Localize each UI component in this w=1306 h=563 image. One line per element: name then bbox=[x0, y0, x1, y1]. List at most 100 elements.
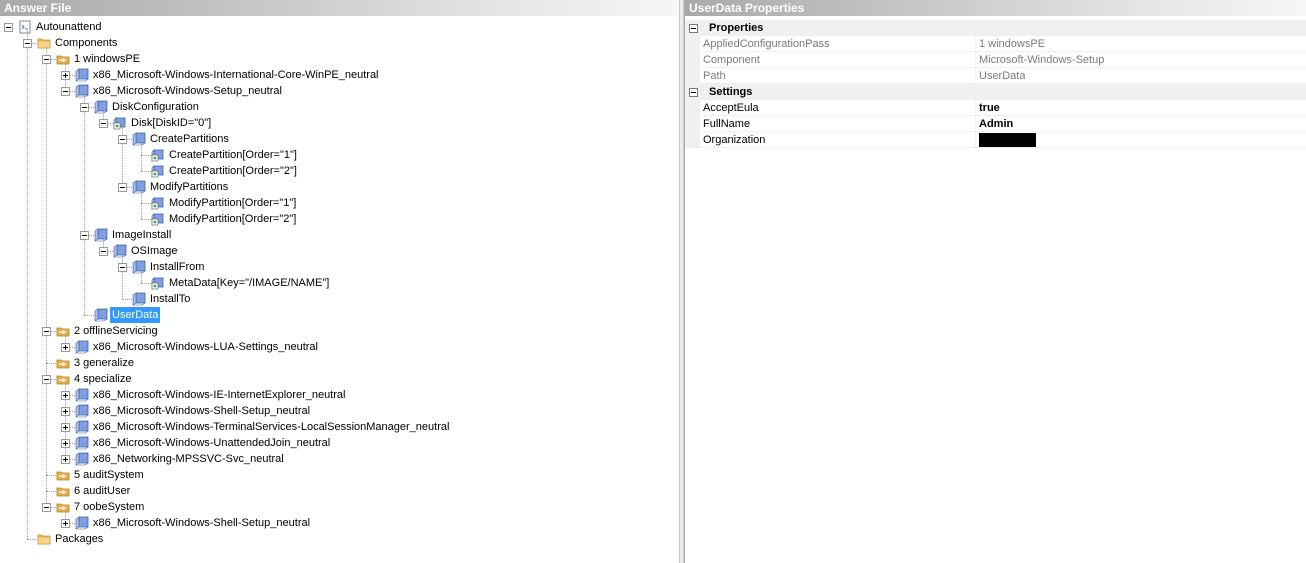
expand-toggle[interactable] bbox=[61, 423, 70, 432]
tree-node[interactable]: OSImage bbox=[0, 243, 679, 259]
tree-node-label[interactable]: ModifyPartition[Order="2"] bbox=[167, 211, 298, 227]
answer-file-tree[interactable]: Autounattend Components 1 windowsPE x86_Mic… bbox=[0, 18, 679, 562]
collapse-toggle[interactable] bbox=[23, 39, 32, 48]
collapse-toggle[interactable] bbox=[80, 103, 89, 112]
property-row[interactable]: AcceptEula true bbox=[685, 100, 1306, 116]
tree-node-label[interactable]: UserData bbox=[110, 307, 161, 323]
expand-toggle[interactable] bbox=[61, 519, 70, 528]
tree-node[interactable]: x86_Microsoft-Windows-IE-InternetExplore… bbox=[0, 387, 679, 403]
tree-node[interactable]: x86_Microsoft-Windows-Setup_neutral bbox=[0, 83, 679, 99]
tree-node[interactable]: Packages bbox=[0, 531, 679, 547]
tree-node-label[interactable]: CreatePartition[Order="2"] bbox=[167, 163, 299, 179]
tree-node-label[interactable]: x86_Microsoft-Windows-UnattendedJoin_neu… bbox=[91, 435, 332, 451]
tree-node[interactable]: CreatePartitions bbox=[0, 131, 679, 147]
tree-node-label[interactable]: x86_Microsoft-Windows-International-Core… bbox=[91, 67, 381, 83]
tree-node-label[interactable]: 6 auditUser bbox=[72, 483, 132, 499]
tree-node[interactable]: x86_Microsoft-Windows-Shell-Setup_neutra… bbox=[0, 515, 679, 531]
property-category[interactable]: Settings bbox=[685, 84, 1306, 100]
collapse-toggle[interactable] bbox=[689, 24, 698, 33]
tree-node[interactable]: CreatePartition[Order="1"] bbox=[0, 147, 679, 163]
tree-node-label[interactable]: Packages bbox=[53, 531, 105, 547]
expand-toggle[interactable] bbox=[61, 391, 70, 400]
tree-node[interactable]: ModifyPartition[Order="1"] bbox=[0, 195, 679, 211]
property-row[interactable]: FullName Admin bbox=[685, 116, 1306, 132]
tree-node[interactable]: ModifyPartition[Order="2"] bbox=[0, 211, 679, 227]
tree-node-label[interactable]: CreatePartitions bbox=[148, 131, 231, 147]
tree-node[interactable]: x86_Microsoft-Windows-LUA-Settings_neutr… bbox=[0, 339, 679, 355]
property-value[interactable]: Admin bbox=[979, 116, 1013, 132]
tree-node[interactable]: UserData bbox=[0, 307, 679, 323]
collapse-toggle[interactable] bbox=[4, 23, 13, 32]
property-row[interactable]: Path UserData bbox=[685, 68, 1306, 84]
tree-node-label[interactable]: 4 specialize bbox=[72, 371, 133, 387]
tree-node-label[interactable]: Components bbox=[53, 35, 119, 51]
tree-node-label[interactable]: InstallTo bbox=[148, 291, 192, 307]
tree-node[interactable]: 4 specialize bbox=[0, 371, 679, 387]
property-grid[interactable]: Properties AppliedConfigurationPass 1 wind… bbox=[685, 20, 1306, 148]
tree-node-label[interactable]: x86_Microsoft-Windows-IE-InternetExplore… bbox=[91, 387, 348, 403]
property-row[interactable]: AppliedConfigurationPass 1 windowsPE bbox=[685, 36, 1306, 52]
collapse-toggle[interactable] bbox=[118, 263, 127, 272]
collapse-toggle[interactable] bbox=[118, 183, 127, 192]
tree-node-label[interactable]: x86_Microsoft-Windows-LUA-Settings_neutr… bbox=[91, 339, 320, 355]
property-row[interactable]: Component Microsoft-Windows-Setup bbox=[685, 52, 1306, 68]
collapse-toggle[interactable] bbox=[689, 88, 698, 97]
tree-node[interactable]: 7 oobeSystem bbox=[0, 499, 679, 515]
tree-node[interactable]: 1 windowsPE bbox=[0, 51, 679, 67]
collapse-toggle[interactable] bbox=[61, 87, 70, 96]
collapse-toggle[interactable] bbox=[118, 135, 127, 144]
tree-node[interactable]: ImageInstall bbox=[0, 227, 679, 243]
tree-node[interactable]: x86_Microsoft-Windows-International-Core… bbox=[0, 67, 679, 83]
tree-node-label[interactable]: Disk[DiskID="0"] bbox=[129, 115, 213, 131]
tree-node[interactable]: x86_Microsoft-Windows-TerminalServices-L… bbox=[0, 419, 679, 435]
collapse-toggle[interactable] bbox=[99, 119, 108, 128]
tree-node[interactable]: MetaData[Key="/IMAGE/NAME"] bbox=[0, 275, 679, 291]
collapse-toggle[interactable] bbox=[42, 503, 51, 512]
tree-node-label[interactable]: x86_Networking-MPSSVC-Svc_neutral bbox=[91, 451, 286, 467]
tree-node[interactable]: CreatePartition[Order="2"] bbox=[0, 163, 679, 179]
tree-node[interactable]: x86_Microsoft-Windows-UnattendedJoin_neu… bbox=[0, 435, 679, 451]
collapse-toggle[interactable] bbox=[80, 231, 89, 240]
tree-node[interactable]: x86_Microsoft-Windows-Shell-Setup_neutra… bbox=[0, 403, 679, 419]
expand-toggle[interactable] bbox=[61, 407, 70, 416]
expand-toggle[interactable] bbox=[61, 439, 70, 448]
tree-node-label[interactable]: OSImage bbox=[129, 243, 179, 259]
tree-node[interactable]: InstallFrom bbox=[0, 259, 679, 275]
tree-node-label[interactable]: InstallFrom bbox=[148, 259, 206, 275]
tree-node-label[interactable]: 1 windowsPE bbox=[72, 51, 142, 67]
tree-node-label[interactable]: x86_Microsoft-Windows-Setup_neutral bbox=[91, 83, 284, 99]
tree-node-label[interactable]: x86_Microsoft-Windows-Shell-Setup_neutra… bbox=[91, 515, 312, 531]
tree-node-label[interactable]: ModifyPartition[Order="1"] bbox=[167, 195, 298, 211]
expand-toggle[interactable] bbox=[61, 343, 70, 352]
tree-node-label[interactable]: Autounattend bbox=[34, 19, 103, 35]
property-category[interactable]: Properties bbox=[685, 20, 1306, 36]
tree-node-label[interactable]: CreatePartition[Order="1"] bbox=[167, 147, 299, 163]
tree-node-label[interactable]: 3 generalize bbox=[72, 355, 136, 371]
collapse-toggle[interactable] bbox=[42, 375, 51, 384]
tree-node[interactable]: Components bbox=[0, 35, 679, 51]
tree-node-label[interactable]: ImageInstall bbox=[110, 227, 173, 243]
tree-node[interactable]: Autounattend bbox=[0, 19, 679, 35]
tree-node-label[interactable]: x86_Microsoft-Windows-Shell-Setup_neutra… bbox=[91, 403, 312, 419]
collapse-toggle[interactable] bbox=[99, 247, 108, 256]
tree-node[interactable]: 5 auditSystem bbox=[0, 467, 679, 483]
tree-node-label[interactable]: MetaData[Key="/IMAGE/NAME"] bbox=[167, 275, 331, 291]
property-value[interactable]: true bbox=[979, 100, 1000, 116]
tree-node[interactable]: 2 offlineServicing bbox=[0, 323, 679, 339]
property-value[interactable]: UserData bbox=[979, 68, 1025, 84]
tree-node-label[interactable]: x86_Microsoft-Windows-TerminalServices-L… bbox=[91, 419, 451, 435]
tree-node-label[interactable]: 2 offlineServicing bbox=[72, 323, 160, 339]
expand-toggle[interactable] bbox=[61, 71, 70, 80]
property-row[interactable]: Organization bbox=[685, 132, 1306, 148]
property-value[interactable]: 1 windowsPE bbox=[979, 36, 1045, 52]
collapse-toggle[interactable] bbox=[42, 327, 51, 336]
tree-node-label[interactable]: ModifyPartitions bbox=[148, 179, 230, 195]
tree-node-label[interactable]: 7 oobeSystem bbox=[72, 499, 146, 515]
tree-node-label[interactable]: DiskConfiguration bbox=[110, 99, 201, 115]
tree-node[interactable]: x86_Networking-MPSSVC-Svc_neutral bbox=[0, 451, 679, 467]
tree-node[interactable]: InstallTo bbox=[0, 291, 679, 307]
property-value[interactable] bbox=[979, 132, 1036, 148]
expand-toggle[interactable] bbox=[61, 455, 70, 464]
tree-node-label[interactable]: 5 auditSystem bbox=[72, 467, 146, 483]
tree-node[interactable]: 3 generalize bbox=[0, 355, 679, 371]
